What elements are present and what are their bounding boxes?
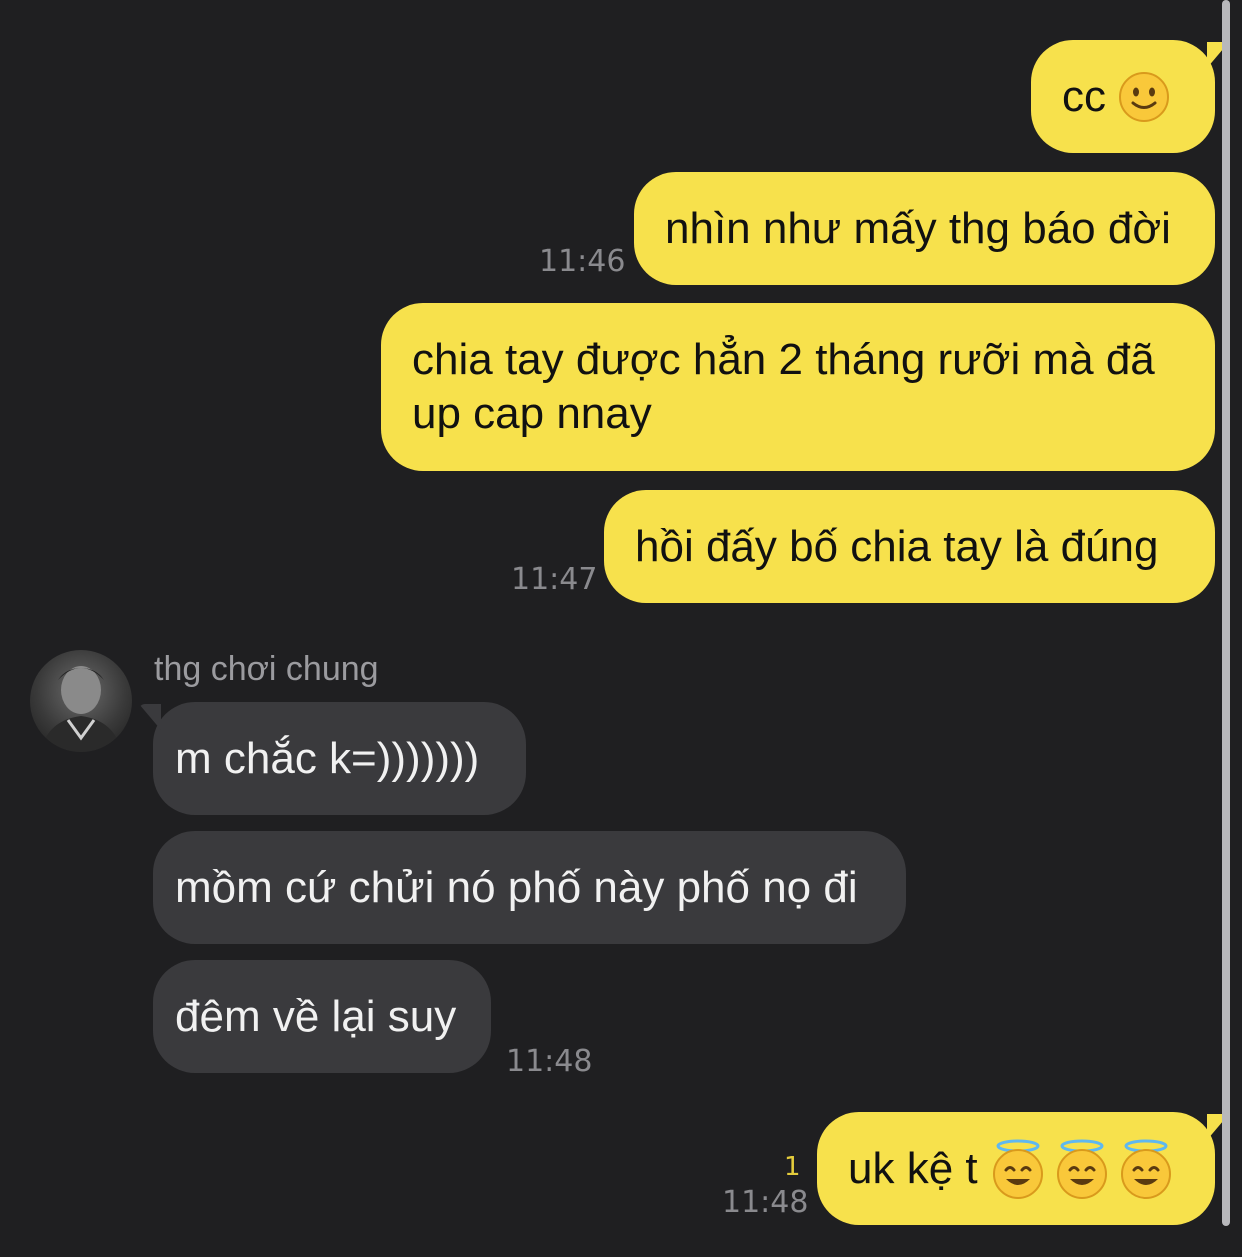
message-timestamp: 11:47 [511,562,598,597]
smiling-face-with-halo-icon [992,1139,1043,1199]
smiling-face-with-halo-icon [1056,1139,1107,1199]
message-text: nhìn như mấy thg báo đời [665,203,1171,253]
chat-window: cc 11:46 nhìn như mấy thg báo đời chia t… [0,0,1242,1257]
sender-name: thg chơi chung [154,650,379,688]
message-text: cc [1062,71,1106,121]
message-bubble-incoming[interactable]: m chắc k=))))))) [139,702,526,815]
message-bubble-outgoing[interactable]: hồi đấy bố chia tay là đúng [604,490,1215,603]
smiling-face-with-halo-icon [1120,1139,1171,1199]
message-text-line: chia tay được hẳn 2 tháng rưỡi mà đã [412,335,1155,384]
message-text: uk kệ t [848,1143,978,1193]
message-text: đêm về lại suy [175,991,457,1041]
message-text: hồi đấy bố chia tay là đúng [635,521,1159,571]
unread-count: 1 [784,1152,801,1182]
message-text-line: up cap nnay [412,389,652,438]
message-bubble-incoming[interactable]: đêm về lại suy [153,960,491,1073]
message-timestamp: 11:48 [506,1044,593,1079]
slightly-smiling-face-icon [1119,71,1169,122]
message-timestamp: 11:48 [722,1185,809,1220]
contact-avatar[interactable] [30,650,132,752]
message-timestamp: 11:46 [539,244,626,279]
message-bubble-outgoing[interactable]: chia tay được hẳn 2 tháng rưỡi mà đã up … [381,303,1215,471]
message-bubble-incoming[interactable]: mồm cứ chửi nó phố này phố nọ đi [153,831,906,944]
message-text: m chắc k=))))))) [175,733,480,783]
message-bubble-outgoing[interactable]: cc [1031,40,1229,153]
message-bubble-outgoing[interactable]: uk kệ t [817,1112,1229,1225]
avatar-photo [40,666,122,752]
message-bubble-outgoing[interactable]: nhìn như mấy thg báo đời [634,172,1215,285]
scrollbar[interactable] [1222,0,1230,1226]
message-text: mồm cứ chửi nó phố này phố nọ đi [175,862,858,912]
